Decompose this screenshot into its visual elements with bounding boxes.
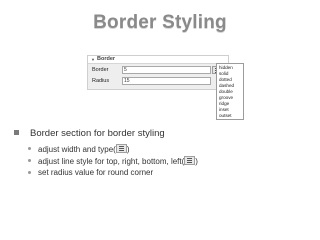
radius-input[interactable]: 15 [122,77,211,85]
border-width-input[interactable]: 5 [122,66,211,74]
line-style-icon [115,144,127,153]
border-style-dropdown[interactable]: hidden solid dotted dashed double groove… [216,63,244,120]
slide-title: Border Styling [93,12,227,33]
panel-header[interactable]: ▼ Border [88,56,228,64]
border-label: Border [92,67,109,73]
border-panel: ▼ Border Border 5 Radius 15 [87,55,229,90]
collapse-triangle-icon[interactable]: ▼ [91,57,95,62]
panel-header-label: Border [97,56,116,62]
dot-bullet-icon [28,147,31,150]
dropdown-option[interactable]: solid [219,71,228,77]
dropdown-option[interactable]: groove [219,95,233,101]
border-row: Border 5 [88,66,228,74]
dropdown-option[interactable]: hidden [219,65,233,71]
dropdown-option[interactable]: dotted [219,77,232,83]
dropdown-option[interactable]: outset [219,113,232,119]
dot-bullet-icon [28,159,31,162]
dropdown-option[interactable]: double [219,89,233,95]
line-style-icon [184,156,196,165]
dot-bullet-icon [28,171,31,174]
dropdown-option[interactable]: dashed [219,83,234,89]
radius-label: Radius [92,78,110,84]
dropdown-option[interactable]: inset [219,107,229,113]
dropdown-option[interactable]: ridge [219,101,229,107]
square-bullet-icon [14,130,19,135]
slide: Border Styling ▼ Border Border 5 Radius … [0,0,320,240]
radius-row: Radius 15 [88,77,228,85]
